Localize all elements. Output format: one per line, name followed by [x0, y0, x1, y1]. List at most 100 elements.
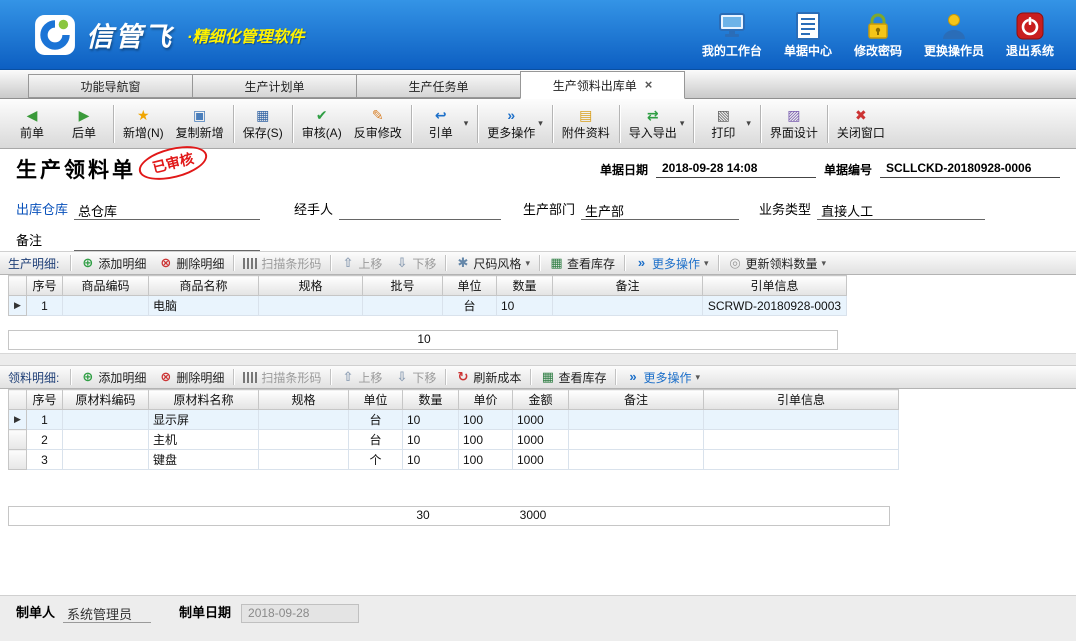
table-cell[interactable]: 台	[349, 430, 403, 450]
toolbar-more-actions-button[interactable]: »更多操作▾	[481, 104, 549, 144]
column-header[interactable]: 备注	[553, 276, 703, 296]
toolbar-copy-new-button[interactable]: ▣复制新增	[170, 104, 230, 144]
table-cell[interactable]	[569, 430, 704, 450]
biztype-field[interactable]: 直接人工	[817, 201, 985, 220]
detail1-more-button[interactable]: »更多操作▾	[628, 254, 715, 273]
dropdown-caret-icon[interactable]: ▾	[704, 258, 709, 269]
detail1-size-style-button[interactable]: ✱尺码风格▾	[449, 254, 536, 273]
toolbar-attachments-button[interactable]: ▤附件资料	[556, 104, 616, 144]
table-row[interactable]: 3 键盘 个101001000	[9, 450, 899, 470]
column-header[interactable]: 金额	[513, 390, 569, 410]
detail2-more-button[interactable]: »更多操作▾	[619, 368, 706, 387]
column-header[interactable]: 原材料名称	[149, 390, 259, 410]
column-header[interactable]: 商品编码	[63, 276, 149, 296]
column-header[interactable]: 批号	[363, 276, 443, 296]
toolbar-ref-doc-button[interactable]: ↩引单▾	[415, 104, 475, 144]
dropdown-caret-icon[interactable]: ▾	[538, 118, 543, 129]
column-header[interactable]: 序号	[27, 390, 63, 410]
table-cell[interactable]: 个	[349, 450, 403, 470]
toolbar-import-export-button[interactable]: ⇄导入导出▾	[623, 104, 691, 144]
table-cell[interactable]	[259, 450, 349, 470]
table-cell[interactable]: 10	[403, 430, 459, 450]
detail1-move-up-button[interactable]: ⇧上移	[334, 254, 388, 273]
column-header[interactable]: 序号	[27, 276, 63, 296]
column-header[interactable]: 数量	[497, 276, 553, 296]
dropdown-caret-icon[interactable]: ▾	[680, 118, 685, 129]
column-header[interactable]: 数量	[403, 390, 459, 410]
column-header[interactable]: 单价	[459, 390, 513, 410]
table-cell[interactable]: 10	[403, 450, 459, 470]
table-row[interactable]: ▶1显示屏台101001000	[9, 410, 899, 430]
table-cell[interactable]	[63, 410, 149, 430]
detail2-move-up-button[interactable]: ⇧上移	[334, 368, 388, 387]
detail1-update-qty-button[interactable]: ◎更新领料数量▾	[722, 254, 833, 273]
table-cell[interactable]	[553, 296, 703, 316]
table-cell[interactable]: 100	[459, 450, 513, 470]
table-cell[interactable]	[259, 410, 349, 430]
detail2-view-stock-button[interactable]: ▦查看库存	[534, 368, 612, 387]
toolbar-save-button[interactable]: ▦保存(S)	[237, 104, 289, 144]
column-header[interactable]: 规格	[259, 390, 349, 410]
tab-1[interactable]: 生产计划单	[192, 74, 357, 98]
toolbar-print-button[interactable]: ▧打印▾	[697, 104, 757, 144]
detail1-scan-barcode-button[interactable]: 扫描条形码	[237, 254, 327, 273]
table-cell[interactable]: 3	[27, 450, 63, 470]
table-cell[interactable]	[569, 410, 704, 430]
table-cell[interactable]	[704, 410, 899, 430]
tab-0[interactable]: 功能导航窗	[28, 74, 193, 98]
topbar-action-change-password[interactable]: 修改密码	[854, 10, 902, 59]
table-cell[interactable]	[259, 296, 363, 316]
warehouse-field[interactable]: 总仓库	[74, 201, 260, 220]
table-cell[interactable]: 10	[403, 410, 459, 430]
dropdown-caret-icon[interactable]: ▾	[464, 118, 469, 129]
column-header[interactable]: 商品名称	[149, 276, 259, 296]
column-header[interactable]: 单位	[349, 390, 403, 410]
table-cell[interactable]: 主机	[149, 430, 259, 450]
column-header[interactable]: 引单信息	[704, 390, 899, 410]
table-cell[interactable]: 1000	[513, 430, 569, 450]
toolbar-reverse-audit-button[interactable]: ✎反审修改	[348, 104, 408, 144]
toolbar-next-doc-button[interactable]: ▶后单	[58, 104, 110, 144]
table-cell[interactable]: 1	[27, 410, 63, 430]
row-selector-cell[interactable]: ▶	[9, 296, 27, 316]
table-cell[interactable]	[704, 430, 899, 450]
toolbar-new-button[interactable]: ★新增(N)	[117, 104, 170, 144]
column-header[interactable]: 原材料编码	[63, 390, 149, 410]
row-selector-cell[interactable]	[9, 430, 27, 450]
topbar-action-doc-center[interactable]: 单据中心	[784, 10, 832, 59]
dropdown-caret-icon[interactable]: ▾	[746, 118, 751, 129]
table-cell[interactable]	[63, 430, 149, 450]
table-cell[interactable]: 100	[459, 430, 513, 450]
detail2-move-down-button[interactable]: ⇩下移	[388, 368, 442, 387]
dept-field[interactable]: 生产部	[581, 201, 739, 220]
column-header[interactable]: 备注	[569, 390, 704, 410]
handler-field[interactable]	[339, 201, 501, 220]
table-cell[interactable]	[363, 296, 443, 316]
toolbar-ui-design-button[interactable]: ▨界面设计	[764, 104, 824, 144]
toolbar-close-window-button[interactable]: ✖关闭窗口	[831, 104, 891, 144]
table-cell[interactable]: 键盘	[149, 450, 259, 470]
detail1-view-stock-button[interactable]: ▦查看库存	[543, 254, 621, 273]
column-header[interactable]: 引单信息	[703, 276, 847, 296]
table-cell[interactable]	[63, 450, 149, 470]
tab-3[interactable]: 生产领料出库单×	[520, 71, 685, 99]
table-cell[interactable]: SCRWD-20180928-0003	[703, 296, 847, 316]
dropdown-caret-icon[interactable]: ▾	[525, 258, 530, 269]
tab-2[interactable]: 生产任务单	[356, 74, 521, 98]
detail2-delete-row-button[interactable]: ⊗删除明细	[152, 368, 230, 387]
table-cell[interactable]	[259, 430, 349, 450]
table-cell[interactable]: 1000	[513, 450, 569, 470]
detail2-scan-barcode-button[interactable]: 扫描条形码	[237, 368, 327, 387]
row-selector-cell[interactable]: ▶	[9, 410, 27, 430]
toolbar-audit-button[interactable]: ✔审核(A)	[296, 104, 348, 144]
doc-date-field[interactable]: 2018-09-28 14:08	[656, 161, 816, 178]
column-header[interactable]: 规格	[259, 276, 363, 296]
doc-no-field[interactable]: SCLLCKD-20180928-0006	[880, 161, 1060, 178]
table-cell[interactable]: 2	[27, 430, 63, 450]
table-cell[interactable]: 电脑	[149, 296, 259, 316]
detail1-delete-row-button[interactable]: ⊗删除明细	[152, 254, 230, 273]
remark-field[interactable]	[74, 232, 260, 251]
warehouse-label[interactable]: 出库仓库	[16, 199, 68, 218]
topbar-action-switch-operator[interactable]: 更换操作员	[924, 10, 984, 59]
table-cell[interactable]: 台	[443, 296, 497, 316]
